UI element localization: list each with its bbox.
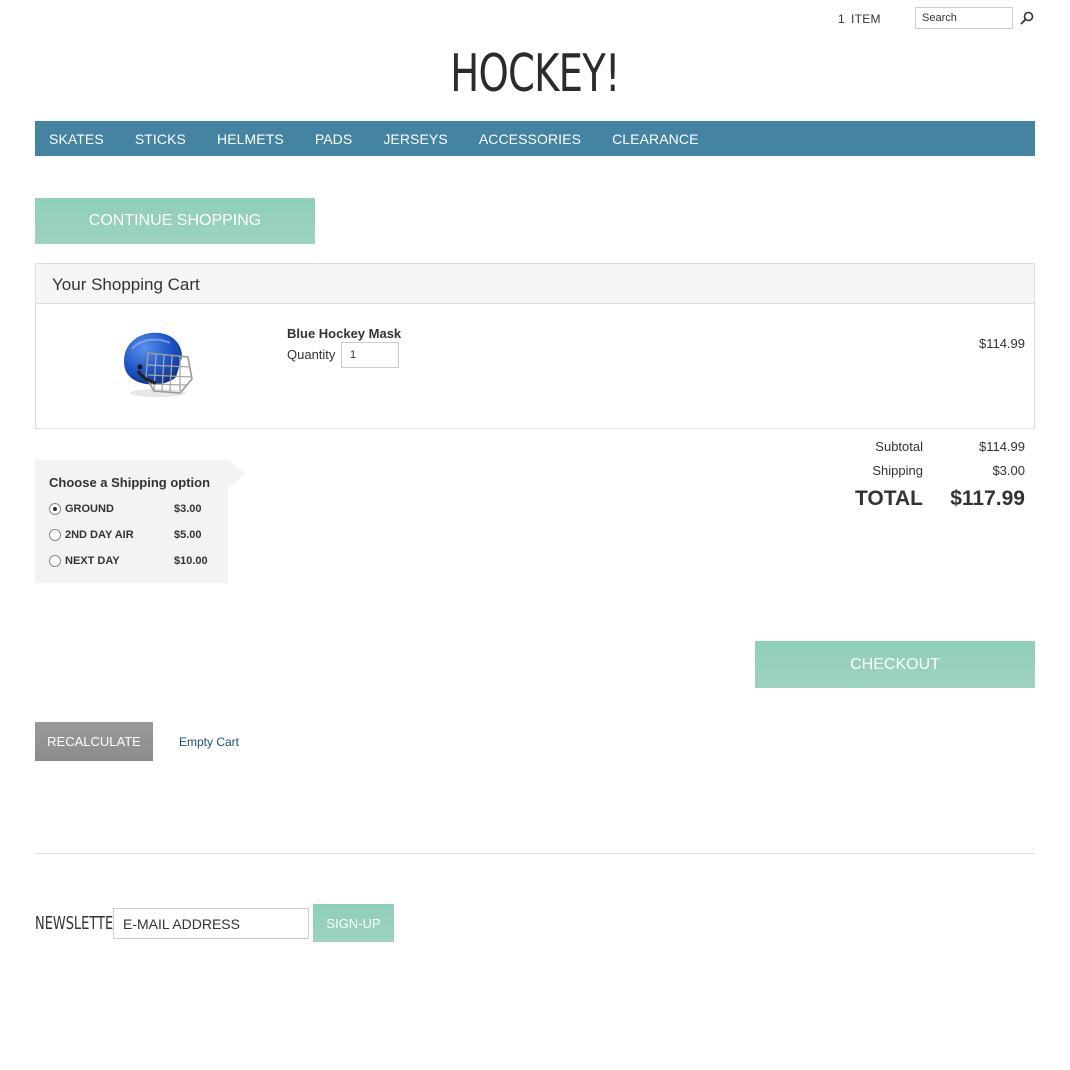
shipping-box-pointer	[228, 460, 246, 488]
shipping-label: Shipping	[872, 463, 923, 478]
shipping-option-name: 2ND DAY AIR	[65, 529, 134, 541]
nav-item-jerseys[interactable]: JERSEYS	[383, 131, 448, 147]
total-value: $117.99	[950, 487, 1025, 510]
cart-title: Your Shopping Cart	[36, 264, 1034, 304]
newsletter-email-input[interactable]	[113, 908, 309, 939]
nav-item-pads[interactable]: PADS	[315, 131, 353, 147]
main-nav: SKATES STICKS HELMETS PADS JERSEYS ACCES…	[35, 121, 1035, 156]
shipping-option-name: GROUND	[65, 503, 114, 515]
search-icon[interactable]	[1020, 11, 1034, 25]
shipping-radio-ground[interactable]	[49, 503, 61, 515]
newsletter-label: NEWSLETTER	[35, 913, 123, 934]
shipping-options-box: Choose a Shipping option GROUND $3.00 2N…	[35, 460, 228, 583]
search-input[interactable]	[915, 7, 1013, 29]
cart-item-count[interactable]: 1 ITEM	[838, 12, 881, 26]
checkout-button[interactable]: CHECKOUT	[755, 641, 1035, 688]
total-label: TOTAL	[854, 487, 923, 510]
shipping-option-ground[interactable]: GROUND $3.00	[49, 502, 224, 520]
site-logo[interactable]: HOCKEY!	[139, 44, 931, 104]
quantity-label: Quantity	[287, 347, 336, 362]
shipping-option-price: $5.00	[174, 529, 202, 541]
subtotal-label: Subtotal	[875, 439, 923, 454]
shipping-options-title: Choose a Shipping option	[49, 475, 211, 490]
nav-item-sticks[interactable]: STICKS	[135, 131, 186, 147]
cart-count-label: ITEM	[850, 12, 881, 26]
shipping-value: $3.00	[992, 463, 1025, 478]
product-name[interactable]: Blue Hockey Mask	[287, 326, 401, 341]
quantity-input[interactable]	[341, 342, 399, 368]
shipping-option-2nd-day-air[interactable]: 2ND DAY AIR $5.00	[49, 528, 224, 546]
shipping-option-price: $3.00	[174, 503, 202, 515]
recalculate-button[interactable]: RECALCULATE	[35, 722, 153, 761]
shipping-option-name: NEXT DAY	[65, 555, 120, 567]
empty-cart-link[interactable]: Empty Cart	[179, 735, 239, 749]
shipping-radio-next-day[interactable]	[49, 555, 61, 567]
cart-panel: Your Shopping Cart Blue Hockey Mask Quan…	[35, 263, 1035, 429]
newsletter-signup-button[interactable]: SIGN-UP	[313, 904, 394, 942]
nav-item-clearance[interactable]: CLEARANCE	[612, 131, 698, 147]
hockey-helmet-icon[interactable]	[118, 327, 198, 399]
nav-item-helmets[interactable]: HELMETS	[217, 131, 284, 147]
subtotal-value: $114.99	[978, 439, 1025, 454]
shipping-option-next-day[interactable]: NEXT DAY $10.00	[49, 554, 224, 572]
nav-item-accessories[interactable]: ACCESSORIES	[479, 131, 581, 147]
shipping-radio-2nd-day-air[interactable]	[49, 529, 61, 541]
cart-count-number: 1	[838, 12, 845, 26]
shipping-option-price: $10.00	[174, 555, 208, 567]
continue-shopping-button[interactable]: CONTINUE SHOPPING	[35, 198, 315, 244]
footer-divider	[35, 853, 1035, 854]
nav-item-skates[interactable]: SKATES	[49, 131, 104, 147]
line-item-price: $114.99	[978, 336, 1025, 351]
